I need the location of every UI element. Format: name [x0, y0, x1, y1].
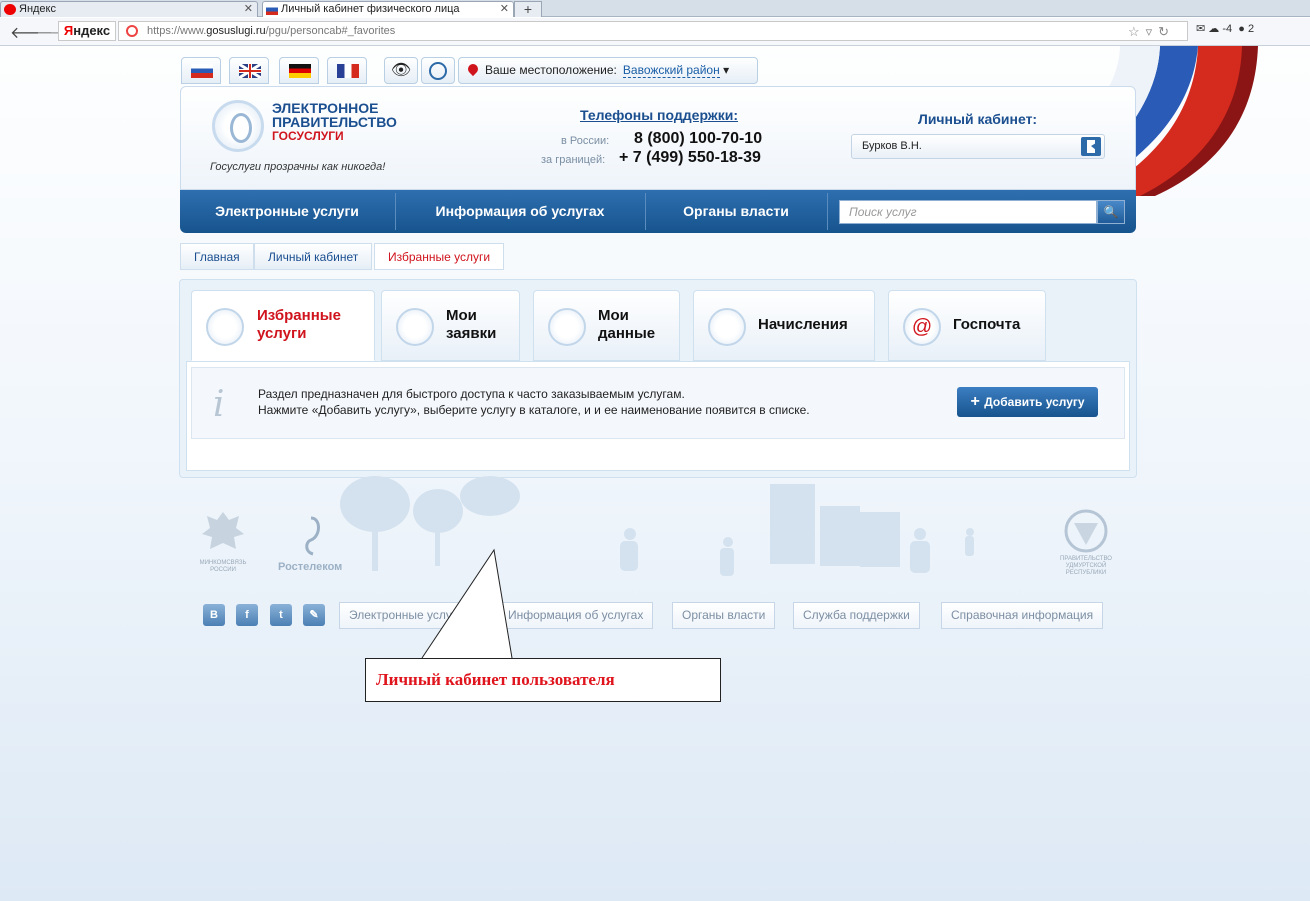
russia-flag-icon — [191, 64, 213, 78]
breadcrumb-favorites: Избранные услуги — [374, 243, 505, 270]
logout-door-icon[interactable] — [1081, 137, 1101, 156]
france-flag-icon — [337, 64, 359, 78]
vk-icon[interactable]: B — [203, 604, 225, 626]
nav-services-info[interactable]: Информация об услугах — [396, 190, 644, 233]
bookmark-star-icon[interactable]: ☆▿↻ — [1128, 24, 1175, 40]
minkomsvyaz-logo[interactable]: МИНКОМСВЯЗЬ РОССИИ — [193, 507, 253, 574]
tab-gospochta[interactable]: @ Госпочта — [888, 290, 1046, 361]
new-tab-button[interactable]: + — [514, 1, 542, 17]
plus-icon: + — [970, 393, 985, 410]
tab-favorite-services[interactable]: Избранные услуги — [191, 290, 375, 361]
site-logo-text[interactable]: ЭЛЕКТРОННОЕ ПРАВИТЕЛЬСТВО ГОСУСЛУГИ — [272, 101, 397, 143]
yandex-logo[interactable]: Яндекс — [58, 21, 116, 41]
info-text-line2: Нажмите «Добавить услугу», выберите услу… — [258, 403, 810, 417]
breadcrumb-home[interactable]: Главная — [180, 243, 254, 270]
favorite-user-icon — [206, 308, 244, 346]
url-field[interactable]: https://www.gosuslugi.ru/pgu/personcab#_… — [118, 21, 1188, 41]
low-vision-button[interactable]: 👁 — [384, 57, 418, 84]
nav-electronic-services[interactable]: Электронные услуги — [180, 190, 394, 233]
callout-pointer — [421, 548, 513, 659]
tab-title: Личный кабинет физического лица — [281, 3, 460, 15]
callout-label: Личный кабинет пользователя — [365, 658, 721, 702]
list-icon — [396, 308, 434, 346]
tab-yandex[interactable]: Яндекс ✕ — [0, 1, 258, 17]
user-name: Бурков В.Н. — [862, 140, 922, 152]
germany-flag-icon — [289, 64, 311, 78]
tab-my-requests[interactable]: Мои заявки — [381, 290, 520, 361]
close-icon[interactable]: ✕ — [500, 2, 509, 17]
livejournal-icon[interactable]: ✎ — [303, 604, 325, 626]
tab-title: Яндекс — [19, 3, 56, 15]
card-icon — [708, 308, 746, 346]
rostelecom-logo-icon — [298, 514, 324, 561]
uk-flag-icon — [238, 62, 262, 80]
compass-button[interactable] — [421, 57, 455, 84]
document-icon — [548, 308, 586, 346]
search-button[interactable]: 🔍 — [1097, 200, 1125, 224]
extensions-area[interactable]: ✉ ☁ -4 ● 2 — [1196, 22, 1254, 35]
info-icon: i — [213, 384, 225, 425]
slogan: Госуслуги прозрачны как никогда! — [210, 161, 386, 173]
lang-ru-button[interactable] — [181, 57, 221, 84]
coat-of-arms-icon — [202, 512, 244, 549]
udmurt-government-logo[interactable]: ПРАВИТЕЛЬСТВО УДМУРТСКОЙ РЕСПУБЛИКИ — [1050, 509, 1122, 577]
twitter-icon[interactable]: t — [270, 604, 292, 626]
close-icon[interactable]: ✕ — [244, 2, 253, 17]
nav-authorities[interactable]: Органы власти — [646, 190, 826, 233]
user-name-box[interactable]: Бурков В.Н. — [851, 134, 1105, 159]
location-selector[interactable]: Ваше местоположение: Вавожский район ▾ — [458, 57, 758, 84]
location-label: Ваше местоположение: — [485, 63, 617, 77]
footer-link-authorities[interactable]: Органы власти — [672, 602, 776, 629]
gosuslugi-logo-icon[interactable] — [212, 100, 264, 152]
facebook-icon[interactable]: f — [236, 604, 258, 626]
info-text-line1: Раздел предназначен для быстрого доступа… — [258, 387, 685, 401]
tab-my-data[interactable]: Мои данные — [533, 290, 680, 361]
tab-charges[interactable]: Начисления — [693, 290, 875, 361]
location-link[interactable]: Вавожский район — [622, 63, 720, 78]
phone-abroad-label: за границей: — [541, 154, 606, 166]
compass-icon — [429, 62, 447, 80]
lang-en-button[interactable] — [229, 57, 269, 84]
russia-flag-icon — [266, 4, 278, 15]
eye-icon: 👁 — [390, 62, 412, 79]
search-input[interactable]: Поиск услуг — [839, 200, 1097, 224]
footer-link-reference[interactable]: Справочная информация — [941, 602, 1104, 629]
tab-cabinet[interactable]: Личный кабинет физического лица ✕ — [262, 1, 514, 17]
phone-abroad: + 7 (499) 550-18-39 — [619, 149, 761, 166]
rostelecom-logo[interactable]: Ростелеком — [278, 561, 342, 573]
support-phones-title[interactable]: Телефоны поддержки: — [580, 107, 738, 123]
yandex-icon — [4, 4, 16, 15]
lang-de-button[interactable] — [279, 57, 319, 84]
footer-link-services-info[interactable]: Информация об услугах — [498, 602, 654, 629]
phone-ru: 8 (800) 100-70-10 — [634, 130, 763, 147]
search-icon: 🔍 — [1103, 205, 1119, 219]
cabinet-title: Личный кабинет: — [918, 111, 1038, 127]
lang-fr-button[interactable] — [327, 57, 367, 84]
udmurt-emblem-icon — [1064, 509, 1108, 553]
add-service-button[interactable]: + Добавить услугу — [957, 387, 1098, 417]
at-sign-icon: @ — [903, 308, 941, 346]
nav-divider — [827, 193, 828, 230]
phone-ru-label: в России: — [561, 135, 610, 147]
breadcrumb-cabinet[interactable]: Личный кабинет — [254, 243, 373, 270]
chevron-down-icon: ▾ — [719, 63, 730, 77]
footer-link-support[interactable]: Служба поддержки — [793, 602, 920, 629]
location-pin-icon — [465, 61, 481, 77]
site-icon — [126, 25, 138, 37]
